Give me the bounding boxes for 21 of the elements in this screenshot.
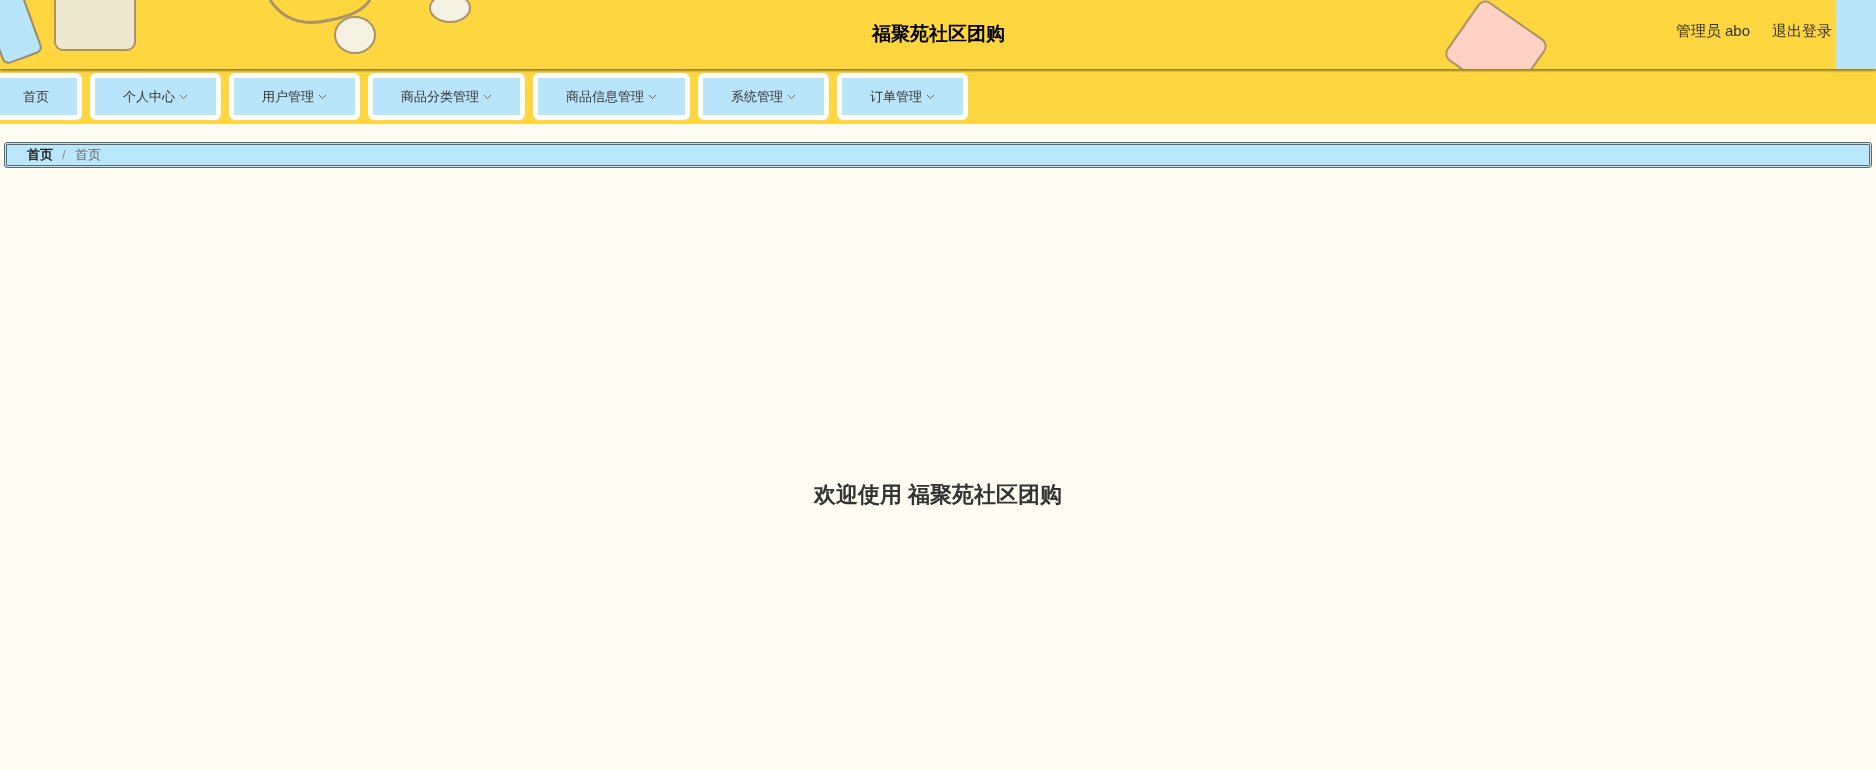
caret-icon — [648, 93, 657, 100]
menu-item[interactable]: 用户管理 — [229, 73, 360, 120]
menu-item[interactable]: 个人中心 — [90, 73, 221, 120]
caret-icon — [179, 93, 188, 100]
caret-icon — [483, 93, 492, 100]
user-label: 管理员 abo — [1675, 21, 1750, 41]
logout-link[interactable]: 退出登录 — [1772, 20, 1832, 43]
caret-icon — [787, 93, 796, 100]
header-illustration-drawing — [1836, 0, 1876, 69]
breadcrumb-item: 首页 — [74, 146, 101, 165]
menu-item[interactable]: 订单管理 — [837, 73, 968, 120]
caret-icon — [318, 93, 327, 100]
welcome-heading: 欢迎使用 福聚苑社区团购 — [813, 480, 1063, 509]
site-title: 福聚苑社区团购 — [871, 22, 1005, 47]
caret-icon — [926, 93, 935, 100]
breadcrumb-separator: / — [62, 146, 66, 165]
menu-item[interactable]: 商品信息管理 — [533, 73, 690, 120]
breadcrumb-item[interactable]: 首页 — [27, 145, 53, 165]
menu-item[interactable]: 系统管理 — [698, 73, 829, 120]
menu-item[interactable]: 首页 — [0, 73, 82, 120]
menu-item[interactable]: 商品分类管理 — [368, 73, 525, 120]
